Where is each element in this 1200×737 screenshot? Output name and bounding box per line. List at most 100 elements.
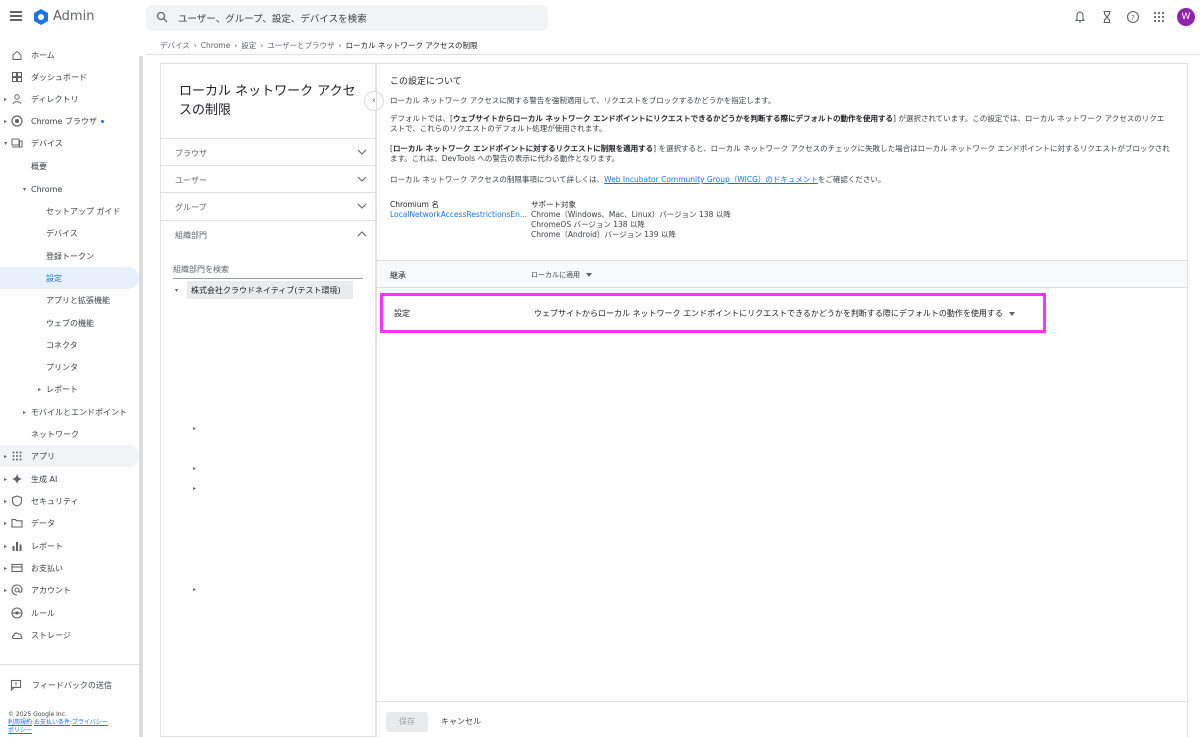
sidebar-item-account[interactable]: ▸ アカウント <box>0 579 139 601</box>
apps-grid-icon[interactable] <box>1152 10 1166 24</box>
devices-icon <box>11 138 23 148</box>
cloud-icon <box>11 632 23 640</box>
filter-label: グループ <box>175 203 207 212</box>
sidebar-item-web-features[interactable]: ウェブの機能 <box>0 312 139 334</box>
search-placeholder: ユーザー、グループ、設定、デバイスを検索 <box>178 14 367 25</box>
expand-arrow-icon: ▸ <box>4 542 8 550</box>
chromium-name-link[interactable]: LocalNetworkAccessRestrictionsEn... <box>390 210 527 220</box>
inherit-dropdown[interactable]: ローカルに適用 <box>531 270 592 280</box>
privacy-policy-link[interactable]: ポリシー <box>8 727 32 734</box>
sidebar-item-apps[interactable]: ▸ アプリ <box>0 445 139 467</box>
breadcrumb-users-browsers[interactable]: ユーザーとブラウザ <box>267 40 334 51</box>
sidebar-item-connectors[interactable]: コネクタ <box>0 334 139 356</box>
filter-org-units[interactable]: 組織部門 <box>161 220 375 248</box>
sidebar-item-dashboard[interactable]: ダッシュボード <box>0 66 139 88</box>
sidebar-item-mobile-endpoints[interactable]: ▸ モバイルとエンドポイント <box>0 401 139 423</box>
sidebar-item-printers[interactable]: プリンタ <box>0 356 139 378</box>
breadcrumb: デバイス › Chrome › 設定 › ユーザーとブラウザ › ローカル ネットワーク… <box>160 40 477 51</box>
inheritance-row: 継承 ローカルに適用 <box>377 260 1187 288</box>
sidebar-item-label: レポート <box>46 384 78 394</box>
chevron-up-icon <box>357 231 367 237</box>
sidebar-item-chrome-browser[interactable]: ▸ Chrome ブラウザ <box>0 110 139 132</box>
notifications-icon[interactable] <box>1073 10 1087 24</box>
top-bar: Admin ユーザー、グループ、設定、デバイスを検索 ? W <box>0 0 1200 36</box>
main-menu-icon[interactable] <box>10 11 22 21</box>
org-unit-item[interactable]: 株式会社クラウドネイティブ(テスト環境) <box>187 281 353 299</box>
sidebar-item-label: ダッシュボード <box>31 72 87 82</box>
sidebar-scrollbar[interactable] <box>139 56 143 737</box>
about-docs-paragraph: ローカル ネットワーク アクセスの制限事項について詳しくは、Web Incuba… <box>390 175 886 184</box>
sidebar-divider <box>0 664 139 665</box>
sidebar-item-devices[interactable]: ▾ デバイス <box>0 132 139 154</box>
search-input[interactable]: ユーザー、グループ、設定、デバイスを検索 <box>146 5 548 31</box>
about-default-paragraph: デフォルトでは、[ウェブサイトからローカル ネットワーク エンドポイントにリクエ… <box>390 114 1165 133</box>
avatar[interactable]: W <box>1177 8 1195 26</box>
filter-label: ブラウザ <box>175 149 207 158</box>
sidebar: ホーム ダッシュボード ▸ ディレクトリ ▸ Chrome ブラウザ ▾ デバイ… <box>0 36 140 737</box>
about-title: この設定について <box>390 77 462 87</box>
expand-arrow-icon[interactable]: ▸ <box>193 586 196 593</box>
sidebar-item-chrome-reports[interactable]: ▸ レポート <box>0 378 139 400</box>
filter-browser[interactable]: ブラウザ <box>161 138 375 166</box>
expand-arrow-icon[interactable]: ▸ <box>193 465 196 472</box>
collapse-arrow-icon[interactable]: ▾ <box>175 287 178 294</box>
breadcrumb-chrome[interactable]: Chrome <box>201 41 230 50</box>
expand-arrow-icon[interactable]: ▸ <box>193 485 196 492</box>
sidebar-item-security[interactable]: ▸ セキュリティ <box>0 490 139 512</box>
sidebar-item-enrollment-tokens[interactable]: 登録トークン <box>0 245 139 267</box>
sidebar-item-apps-extensions[interactable]: アプリと拡張機能 <box>0 289 139 311</box>
sidebar-item-chrome[interactable]: ▾ Chrome <box>0 178 139 200</box>
sidebar-item-network[interactable]: ネットワーク <box>0 423 139 445</box>
brand-name[interactable]: Admin <box>53 9 94 24</box>
sidebar-item-home[interactable]: ホーム <box>0 44 139 66</box>
sidebar-item-directory[interactable]: ▸ ディレクトリ <box>0 88 139 110</box>
sidebar-item-billing[interactable]: ▸ お支払い <box>0 557 139 579</box>
sidebar-item-reports[interactable]: ▸ レポート <box>0 535 139 557</box>
copyright: © 2025 Google Inc. 利用規約·お支払い条件·プライバシー ポリ… <box>8 711 108 734</box>
sidebar-item-setup-guide[interactable]: セットアップ ガイド <box>0 200 139 222</box>
sidebar-item-label: ストレージ <box>31 630 71 640</box>
dashboard-icon <box>12 72 22 82</box>
sidebar-item-chrome-devices[interactable]: デバイス <box>0 222 139 244</box>
breadcrumb-current: ローカル ネットワーク アクセスの制限 <box>345 41 478 50</box>
terms-link[interactable]: 利用規約 <box>8 719 32 726</box>
save-button[interactable]: 保存 <box>386 712 428 732</box>
sidebar-item-storage[interactable]: ストレージ <box>0 624 139 646</box>
about-description: ローカル ネットワーク アクセスに関する警告を強制適用して、リクエストをブロック… <box>390 96 776 105</box>
sidebar-item-settings[interactable]: 設定 <box>0 267 139 289</box>
sidebar-item-overview[interactable]: 概要 <box>0 155 139 177</box>
filter-users[interactable]: ユーザー <box>161 165 375 193</box>
action-bar: 保存 キャンセル <box>377 701 1187 737</box>
sidebar-item-label: デバイス <box>31 138 63 148</box>
bar-chart-icon <box>12 542 22 551</box>
sidebar-item-label: 概要 <box>31 161 47 171</box>
setting-dropdown[interactable]: ウェブサイトからローカル ネットワーク エンドポイントにリクエストできるかどうか… <box>534 308 1015 319</box>
expand-arrow-icon[interactable]: ▸ <box>193 425 196 432</box>
sidebar-item-generative-ai[interactable]: ▸ 生成 AI <box>0 468 139 490</box>
privacy-link[interactable]: プライバシー <box>72 719 108 726</box>
breadcrumb-settings[interactable]: 設定 <box>241 40 256 51</box>
breadcrumb-chevron-icon: › <box>193 41 197 50</box>
sidebar-item-label: データ <box>31 518 55 528</box>
filter-label: 組織部門 <box>175 231 207 240</box>
cancel-button[interactable]: キャンセル <box>441 712 481 732</box>
admin-logo-icon[interactable] <box>33 9 49 25</box>
sidebar-item-data[interactable]: ▸ データ <box>0 512 139 534</box>
sidebar-item-label: プリンタ <box>46 362 78 372</box>
sidebar-item-label: レポート <box>31 541 63 551</box>
chrome-icon <box>11 115 23 127</box>
supported-on-label: サポート対象 <box>531 200 576 209</box>
tasks-hourglass-icon[interactable] <box>1100 10 1114 24</box>
wicg-docs-link[interactable]: Web Incubator Community Group（WICG）のドキュメ… <box>604 175 818 184</box>
org-unit-search-input[interactable]: 組織部門を検索 <box>173 264 363 279</box>
breadcrumb-devices[interactable]: デバイス <box>160 40 190 51</box>
copyright-text: © 2025 Google Inc. <box>8 711 67 718</box>
feedback-link[interactable]: フィードバックの送信 <box>10 679 112 691</box>
sidebar-item-label: Chrome ブラウザ <box>31 116 104 127</box>
sidebar-item-rules[interactable]: ルール <box>0 602 139 624</box>
expand-arrow-icon: ▸ <box>4 475 8 483</box>
inherit-label: 継承 <box>390 271 406 280</box>
billing-terms-link[interactable]: お支払い条件 <box>34 719 70 726</box>
filter-groups[interactable]: グループ <box>161 192 375 220</box>
help-icon[interactable]: ? <box>1126 10 1140 24</box>
